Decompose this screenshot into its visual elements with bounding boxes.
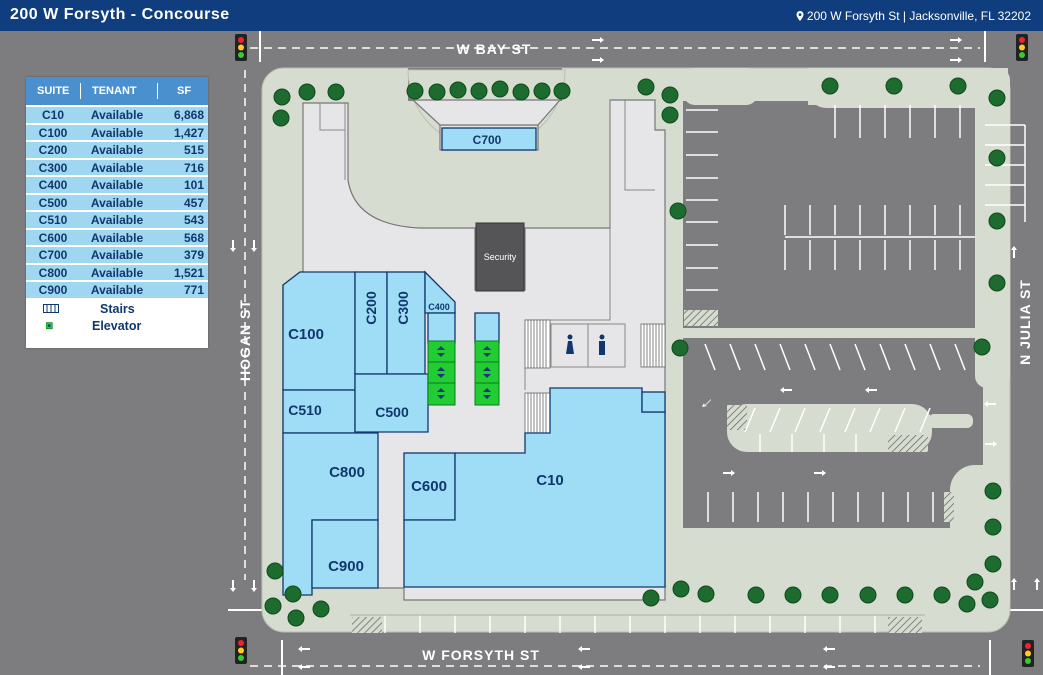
street-east: N JULIA ST — [1017, 279, 1033, 365]
legend-row: C700 Available 379 — [26, 247, 208, 263]
suite-label-c200: C200 — [363, 291, 379, 325]
legend-row: C10 Available 6,868 — [26, 107, 208, 123]
street-north: W BAY ST — [457, 41, 532, 57]
legend-cell-tenant: Available — [90, 160, 144, 175]
legend-cell-suite: C800 — [38, 265, 68, 280]
restrooms — [550, 323, 626, 368]
legend-col-suite: SUITE — [37, 85, 70, 97]
stairs-icon — [43, 303, 59, 313]
legend-cell-sf: 515 — [183, 143, 204, 157]
stairs-label: Stairs — [100, 301, 135, 316]
legend-row: C300 Available 716 — [26, 159, 208, 175]
suite-label-c900: C900 — [328, 558, 364, 575]
legend-cell-suite: C300 — [38, 160, 68, 175]
legend-cell-sf: 379 — [183, 248, 204, 262]
legend-cell-tenant: Available — [90, 248, 144, 262]
legend-cell-suite: C900 — [38, 283, 68, 297]
suite-label-c400: C400 — [428, 302, 450, 312]
suite-label-c100: C100 — [288, 326, 324, 343]
legend-row: C500 Available 457 — [26, 194, 208, 210]
legend-col-sf: SF — [177, 85, 192, 97]
legend-cell-suite: C500 — [38, 195, 68, 210]
legend-cell-suite: C100 — [38, 125, 68, 140]
suite-label-c10: C10 — [536, 472, 564, 489]
legend-row: C600 Available 568 — [26, 229, 208, 245]
suite-label-c500: C500 — [375, 404, 409, 420]
legend-cell-sf: 6,868 — [173, 108, 204, 122]
header-bar: 200 W Forsyth - Concourse 200 W Forsyth … — [0, 0, 1043, 31]
mens-restroom-icon — [599, 334, 605, 355]
legend-cell-tenant: Available — [90, 265, 144, 280]
suite-label-c510: C510 — [288, 402, 322, 418]
legend-cell-tenant: Available — [90, 108, 144, 122]
legend-row: C900 Available 771 — [26, 282, 208, 298]
legend-cell-sf: 1,521 — [173, 265, 204, 280]
corridor-box-a — [427, 312, 456, 344]
security-label: Security — [484, 252, 517, 262]
page-title: 200 W Forsyth - Concourse — [10, 6, 230, 23]
legend-header: SUITE TENANT SF — [26, 77, 208, 105]
corridor-box-b — [474, 312, 500, 344]
street-south: W FORSYTH ST — [422, 647, 540, 663]
suite-c500[interactable] — [354, 373, 429, 433]
legend-cell-sf: 1,427 — [173, 125, 204, 140]
legend-cell-sf: 457 — [183, 195, 204, 210]
suite-legend: SUITE TENANT SF C10 Available 6,868 C100 Ava… — [26, 77, 208, 348]
legend-cell-tenant: Available — [90, 143, 144, 157]
elevator-label: Elevator — [92, 318, 142, 333]
suite-label-c300: C300 — [395, 291, 411, 325]
suite-label-c600: C600 — [411, 478, 447, 495]
legend-cell-sf: 771 — [183, 283, 204, 297]
legend-cell-suite: C600 — [38, 230, 68, 245]
legend-cell-tenant: Available — [90, 178, 144, 192]
legend-cell-suite: C700 — [38, 248, 68, 262]
legend-row: C510 Available 543 — [26, 212, 208, 228]
legend-cell-sf: 716 — [183, 160, 204, 175]
legend-col-tenant: TENANT — [92, 85, 137, 97]
legend-cell-tenant: Available — [90, 125, 144, 140]
legend-row: C800 Available 1,521 — [26, 264, 208, 280]
address-text: 200 W Forsyth St | Jacksonville, FL 3220… — [796, 9, 1031, 23]
corridor-box-c — [641, 391, 666, 413]
street-west: HOGAN ST — [237, 299, 253, 381]
suite-label-c700: C700 — [473, 133, 502, 147]
legend-row: C200 Available 515 — [26, 142, 208, 158]
suite-label-c800: C800 — [329, 464, 365, 481]
address-label: 200 W Forsyth St | Jacksonville, FL 3220… — [806, 9, 1031, 23]
legend-cell-tenant: Available — [90, 283, 144, 297]
legend-cell-suite: C200 — [38, 143, 68, 157]
legend-row: C400 Available 101 — [26, 177, 208, 193]
legend-cell-suite: C400 — [38, 178, 68, 192]
legend-cell-suite: C10 — [41, 108, 64, 122]
elevator-icon — [46, 321, 53, 329]
legend-cell-sf: 568 — [183, 230, 204, 245]
legend-cell-sf: 543 — [183, 213, 204, 227]
location-pin-icon — [796, 11, 804, 21]
legend-cell-tenant: Available — [90, 230, 144, 245]
legend-key-elevator: Elevator — [26, 318, 208, 335]
legend-cell-suite: C510 — [38, 213, 68, 227]
legend-row: C100 Available 1,427 — [26, 124, 208, 140]
legend-cell-tenant: Available — [90, 195, 144, 210]
legend-cell-tenant: Available — [90, 213, 144, 227]
suite-c900[interactable] — [311, 519, 379, 589]
legend-key-stairs: Stairs — [26, 301, 208, 318]
legend-cell-sf: 101 — [183, 178, 204, 192]
